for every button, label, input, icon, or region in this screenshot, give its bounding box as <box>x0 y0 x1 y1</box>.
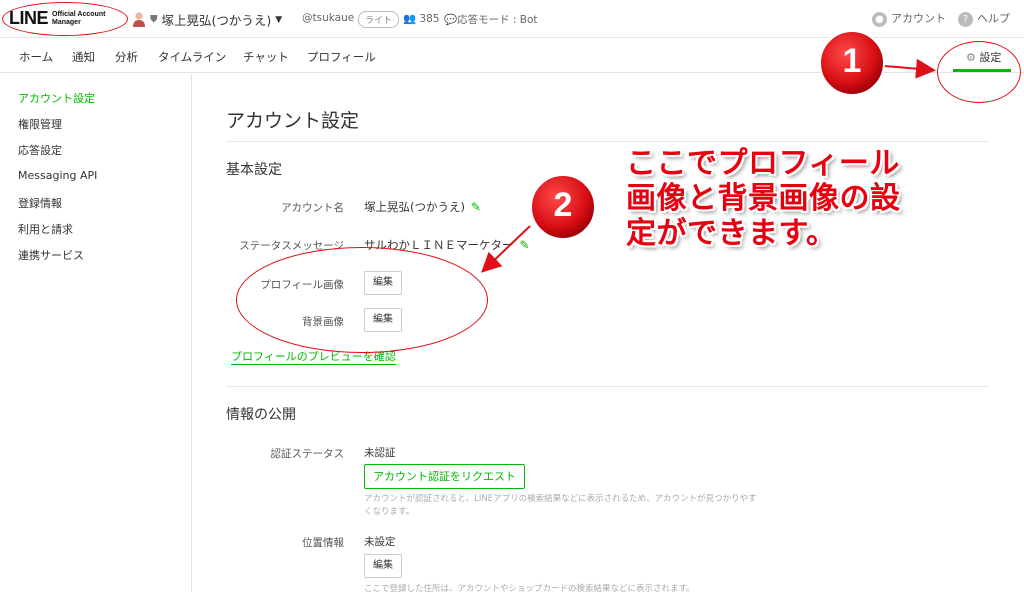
page: { "header": { "logo_line": "LINE", "logo… <box>0 0 1024 592</box>
callout-line-2: 画像と背景画像の設 <box>626 181 901 216</box>
callout-line-1: ここでプロフィール <box>626 146 900 181</box>
annotation-arrows <box>481 30 936 273</box>
arrow-1 <box>883 58 936 79</box>
callout-line-3: 定ができます。 <box>626 216 837 251</box>
step-2-number: 2 <box>553 186 573 224</box>
callout-text: ここでプロフィール 画像と背景画像の設 定ができます。 <box>626 146 946 251</box>
arrow-2 <box>481 225 531 273</box>
step-1-number: 1 <box>842 42 862 80</box>
